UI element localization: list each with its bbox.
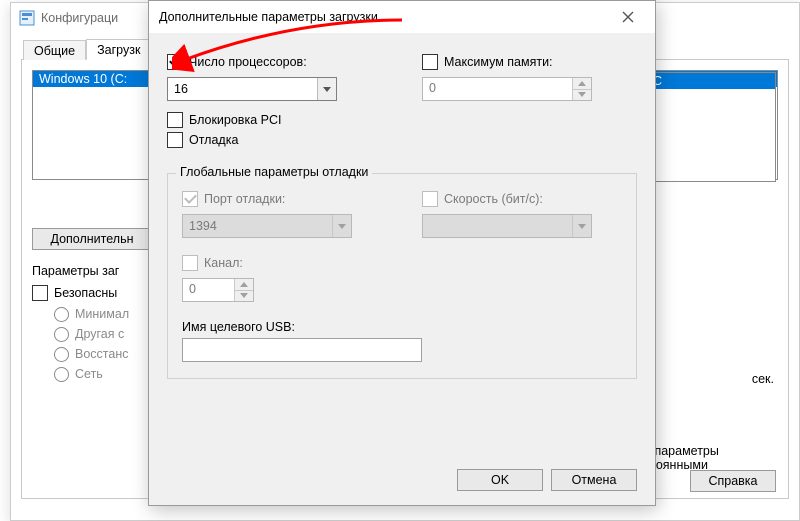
safe-mode-checkbox[interactable] [32, 285, 48, 301]
pci-lock-label: Блокировка PCI [189, 111, 281, 129]
debug-port-value: 1394 [183, 216, 332, 236]
num-processors-combo[interactable]: 16 [167, 77, 337, 101]
usb-target-label: Имя целевого USB: [182, 320, 622, 334]
max-memory-checkbox[interactable] [422, 54, 438, 70]
ok-button[interactable]: OK [457, 469, 543, 491]
cancel-button[interactable]: Отмена [551, 469, 637, 491]
help-button-label: Справка [708, 474, 757, 488]
advanced-boot-options-dialog: Дополнительные параметры загрузки Число … [148, 0, 656, 506]
radio-minimal-label: Минимал [75, 304, 129, 324]
debug-port-combo: 1394 [182, 214, 352, 238]
tab-boot[interactable]: Загрузк [86, 39, 151, 60]
num-processors-value: 16 [168, 79, 317, 99]
spinner-down-icon[interactable] [573, 89, 591, 101]
baud-rate-combo [422, 214, 592, 238]
radio-other-shell-label: Другая с [75, 324, 124, 344]
max-memory-value: 0 [423, 78, 572, 100]
safe-mode-label: Безопасны [54, 284, 117, 302]
max-memory-spinner[interactable]: 0 [422, 77, 592, 101]
chevron-down-icon[interactable] [317, 78, 336, 100]
max-memory-label: Максимум памяти: [444, 53, 553, 71]
make-permanent-line1: и параметры [644, 444, 774, 458]
spinner-up-icon[interactable] [573, 78, 591, 89]
right-os-list: C [646, 72, 776, 182]
app-icon [19, 10, 35, 26]
ok-button-label: OK [491, 473, 509, 487]
debug-port-checkbox [182, 191, 198, 207]
num-processors-label: Число процессоров: [189, 53, 307, 71]
debug-port-label: Порт отладки: [204, 190, 285, 208]
modal-title: Дополнительные параметры загрузки [159, 10, 607, 24]
spinner-up-icon [235, 279, 253, 290]
advanced-options-button-label: Дополнительн [50, 232, 133, 246]
baud-rate-checkbox [422, 191, 438, 207]
debug-label: Отладка [189, 131, 238, 149]
help-button[interactable]: Справка [690, 470, 776, 492]
tab-boot-label: Загрузк [97, 43, 140, 57]
channel-checkbox [182, 255, 198, 271]
timeout-sec-suffix: сек. [752, 372, 774, 386]
advanced-options-button[interactable]: Дополнительн [32, 228, 152, 250]
baud-rate-label: Скорость (бит/с): [444, 190, 543, 208]
radio-network-label: Сеть [75, 364, 103, 384]
tab-general-label: Общие [34, 44, 75, 58]
make-permanent-fragment: и параметры стоянными [644, 444, 774, 472]
radio-restore-label: Восстанс [75, 344, 128, 364]
radio-other-shell[interactable] [54, 327, 69, 342]
spinner-down-icon [235, 290, 253, 302]
channel-value: 0 [183, 279, 234, 301]
usb-target-input[interactable] [182, 338, 422, 362]
radio-restore[interactable] [54, 347, 69, 362]
channel-label: Канал: [204, 254, 243, 272]
num-processors-checkbox[interactable] [167, 54, 183, 70]
close-icon[interactable] [607, 3, 649, 31]
pci-lock-checkbox[interactable] [167, 112, 183, 128]
radio-minimal[interactable] [54, 307, 69, 322]
right-os-entry[interactable]: C [647, 73, 775, 89]
modal-body: Число процессоров: 16 Максимум памяти: 0 [149, 33, 655, 505]
chevron-down-icon [572, 215, 591, 237]
global-debug-groupbox: Глобальные параметры отладки Порт отладк… [167, 173, 637, 379]
modal-title-bar: Дополнительные параметры загрузки [149, 1, 655, 33]
parent-window-title: Конфигураци [41, 11, 118, 25]
radio-network[interactable] [54, 367, 69, 382]
debug-checkbox[interactable] [167, 132, 183, 148]
chevron-down-icon [332, 215, 351, 237]
global-debug-title: Глобальные параметры отладки [176, 165, 372, 179]
tab-general[interactable]: Общие [23, 40, 86, 60]
channel-spinner: 0 [182, 278, 254, 302]
cancel-button-label: Отмена [572, 473, 617, 487]
